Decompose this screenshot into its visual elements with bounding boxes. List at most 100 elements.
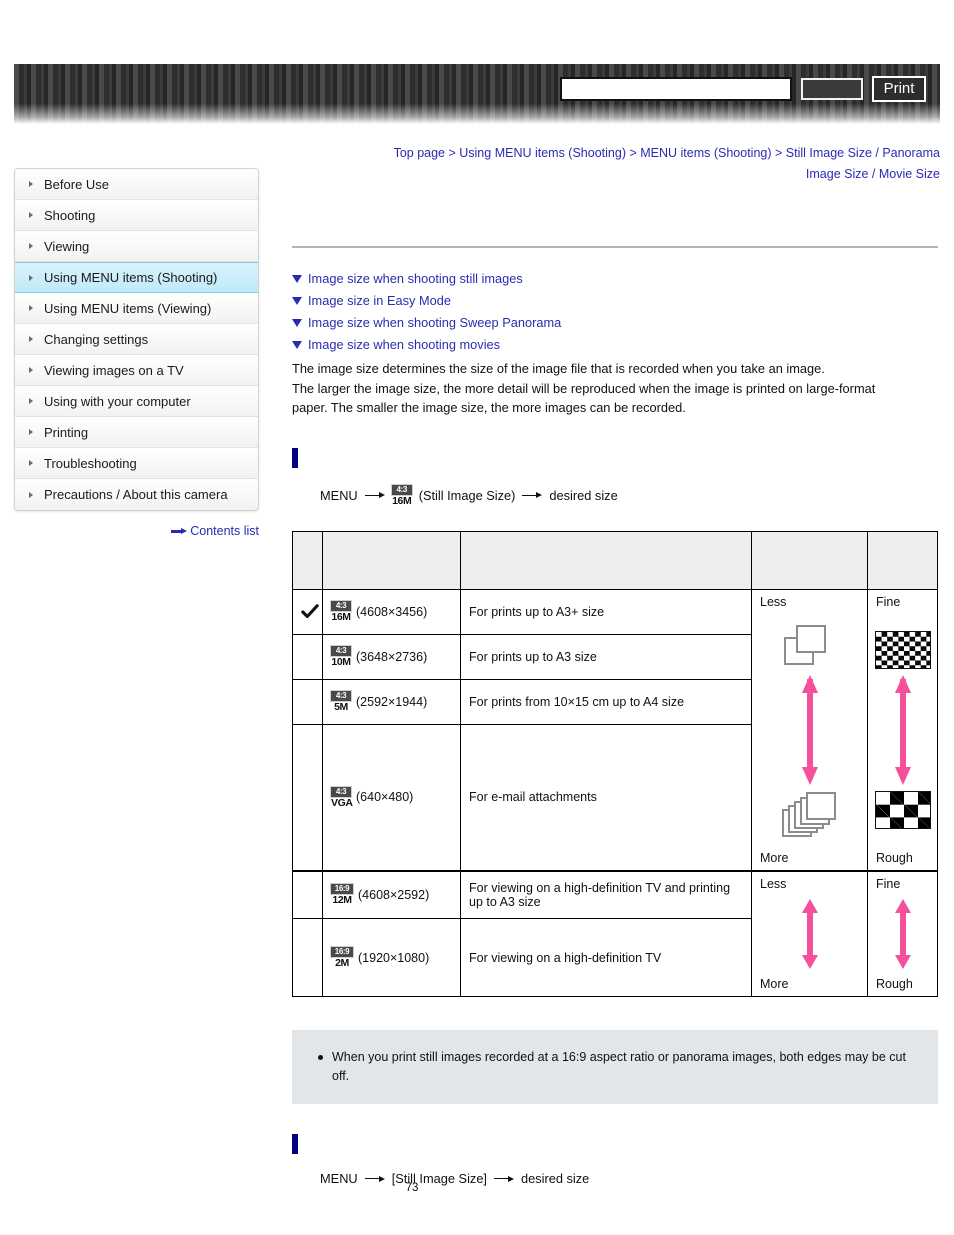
images-gauge-top-label: Less bbox=[760, 595, 787, 609]
chevron-right-icon bbox=[29, 367, 33, 373]
row-dimensions-label: (4608×2592) bbox=[358, 888, 430, 903]
images-gauge-bottom-label: More bbox=[760, 977, 789, 991]
quality-gauge-cell: Fine Rough bbox=[867, 589, 938, 872]
intro-paragraph: The image size determines the size of th… bbox=[292, 359, 938, 418]
badge-ratio-label: 4:3 bbox=[331, 645, 351, 656]
arrow-right-icon bbox=[522, 491, 543, 500]
row-dimensions-label: (640×480) bbox=[356, 790, 414, 805]
image-size-badge-icon: 4:3 10M bbox=[331, 645, 351, 668]
sidebar-item-shooting[interactable]: Shooting bbox=[15, 200, 258, 231]
anchor-link-sweep-panorama[interactable]: Image size when shooting Sweep Panorama bbox=[292, 312, 938, 334]
sidebar-item-changing-settings[interactable]: Changing settings bbox=[15, 324, 258, 355]
triangle-down-icon bbox=[292, 297, 302, 305]
sidebar-item-label: Using MENU items (Viewing) bbox=[44, 300, 212, 316]
page-root: Print Top page > Using MENU items (Shoot… bbox=[0, 0, 954, 1235]
note-text: When you print still images recorded at … bbox=[332, 1050, 906, 1083]
down-arrow-icon bbox=[894, 675, 911, 785]
chevron-right-icon bbox=[29, 429, 33, 435]
print-button[interactable]: Print bbox=[872, 76, 926, 102]
row-check-cell bbox=[292, 723, 323, 872]
sidebar-item-label: Using MENU items (Shooting) bbox=[44, 270, 218, 285]
row-dimensions-label: (4608×3456) bbox=[356, 604, 428, 619]
breadcrumb-line-1[interactable]: Top page > Using MENU items (Shooting) >… bbox=[394, 146, 940, 160]
badge-capacity-label: 16M bbox=[392, 494, 412, 507]
breadcrumb-line-2[interactable]: Image Size / Movie Size bbox=[806, 167, 940, 181]
intro-line-3: paper. The smaller the image size, the m… bbox=[292, 400, 686, 415]
menu-item-label: (Still Image Size) bbox=[418, 487, 516, 503]
triangle-down-icon bbox=[292, 341, 302, 349]
contents-list-link[interactable]: Contents list bbox=[14, 524, 259, 538]
sidebar-item-viewing[interactable]: Viewing bbox=[15, 231, 258, 262]
row-description-cell: For e-mail attachments bbox=[460, 723, 752, 872]
sidebar-item-label: Viewing bbox=[44, 238, 90, 254]
quality-gauge-top-label: Fine bbox=[876, 595, 901, 609]
section-marker bbox=[292, 447, 298, 468]
row-check-cell bbox=[292, 589, 323, 635]
breadcrumb: Top page > Using MENU items (Shooting) >… bbox=[292, 143, 940, 185]
table-header-quality bbox=[867, 531, 938, 590]
row-size-cell: 16:9 2M (1920×1080) bbox=[322, 918, 461, 997]
triangle-down-icon bbox=[292, 319, 302, 327]
search-input[interactable] bbox=[560, 77, 792, 101]
sidebar-item-viewing-images-on-a-tv[interactable]: Viewing images on a TV bbox=[15, 355, 258, 386]
many-images-icon bbox=[781, 791, 838, 837]
fine-quality-icon bbox=[874, 631, 931, 669]
sidebar-item-using-menu-items-shooting[interactable]: Using MENU items (Shooting) bbox=[15, 262, 258, 293]
row-description-cell: For prints up to A3 size bbox=[460, 633, 752, 680]
sidebar-item-printing[interactable]: Printing bbox=[15, 417, 258, 448]
quality-gauge-bottom-label: Rough bbox=[876, 851, 913, 865]
anchor-link-easy-mode[interactable]: Image size in Easy Mode bbox=[292, 290, 938, 312]
menu-label: MENU bbox=[320, 487, 358, 503]
image-size-badge-icon: 4:3 5M bbox=[331, 690, 351, 713]
row-size-cell: 4:3 10M (3648×2736) bbox=[322, 633, 461, 680]
badge-capacity-label: 12M bbox=[332, 894, 352, 907]
header-controls: Print bbox=[560, 76, 926, 102]
row-size-cell: 4:3 5M (2592×1944) bbox=[322, 678, 461, 725]
table-row[interactable]: 16:9 12M (4608×2592) For viewing on a hi… bbox=[292, 870, 938, 997]
anchor-label: Image size when shooting Sweep Panorama bbox=[308, 315, 562, 330]
main-content: Image size when shooting still images Im… bbox=[292, 186, 938, 1186]
image-size-badge-icon: 4:3 16M bbox=[391, 484, 412, 507]
sidebar-item-before-use[interactable]: Before Use bbox=[15, 169, 258, 200]
row-description-cell: For viewing on a high-definition TV and … bbox=[460, 870, 752, 920]
chevron-right-icon bbox=[29, 491, 33, 498]
menu-path-still-image-size: MENU 4:3 16M (Still Image Size) desired … bbox=[320, 484, 938, 507]
arrow-right-icon bbox=[364, 491, 385, 500]
badge-capacity-label: 10M bbox=[331, 655, 351, 668]
image-size-table: 4:3 16M (4608×3456) For prints up to A3+… bbox=[292, 531, 938, 997]
image-size-badge-icon: 4:3 VGA bbox=[331, 786, 353, 809]
sidebar-item-precautions[interactable]: Precautions / About this camera bbox=[15, 479, 258, 510]
page-number: 73 bbox=[405, 1182, 419, 1194]
rough-quality-icon bbox=[874, 791, 931, 829]
sidebar-item-using-menu-items-viewing[interactable]: Using MENU items (Viewing) bbox=[15, 293, 258, 324]
double-arrow-icon bbox=[894, 899, 911, 969]
row-check-cell bbox=[292, 633, 323, 680]
few-images-icon bbox=[782, 623, 838, 669]
sidebar-item-label: Changing settings bbox=[44, 331, 149, 347]
chevron-right-icon bbox=[29, 460, 33, 466]
anchor-label: Image size when shooting still images bbox=[308, 271, 523, 286]
table-row[interactable]: 4:3 16M (4608×3456) For prints up to A3+… bbox=[292, 589, 938, 872]
row-dimensions-label: (2592×1944) bbox=[356, 694, 428, 709]
chevron-right-icon bbox=[29, 181, 33, 187]
note-item: When you print still images recorded at … bbox=[318, 1048, 916, 1086]
sidebar-item-using-with-your-computer[interactable]: Using with your computer bbox=[15, 386, 258, 417]
table-header-check bbox=[292, 531, 323, 590]
sidebar-item-troubleshooting[interactable]: Troubleshooting bbox=[15, 448, 258, 479]
sidebar-item-label: Using with your computer bbox=[44, 393, 191, 409]
down-arrow-icon bbox=[801, 675, 818, 785]
content-divider bbox=[292, 246, 938, 248]
image-size-badge-icon: 4:3 16M bbox=[331, 601, 351, 623]
chevron-right-icon bbox=[29, 212, 33, 218]
triangle-down-icon bbox=[292, 275, 302, 283]
section-marker bbox=[292, 1134, 298, 1154]
anchor-label: Image size in Easy Mode bbox=[308, 293, 451, 308]
header-banner: Print bbox=[14, 64, 940, 124]
anchor-link-movies[interactable]: Image size when shooting movies bbox=[292, 334, 938, 356]
search-button[interactable] bbox=[801, 78, 863, 100]
intro-line-1: The image size determines the size of th… bbox=[292, 361, 825, 376]
row-dimensions-label: (1920×1080) bbox=[358, 950, 430, 965]
anchor-link-still-images[interactable]: Image size when shooting still images bbox=[292, 268, 938, 290]
image-size-badge-icon: 16:9 12M bbox=[331, 884, 353, 906]
badge-capacity-label: 5M bbox=[334, 700, 348, 713]
